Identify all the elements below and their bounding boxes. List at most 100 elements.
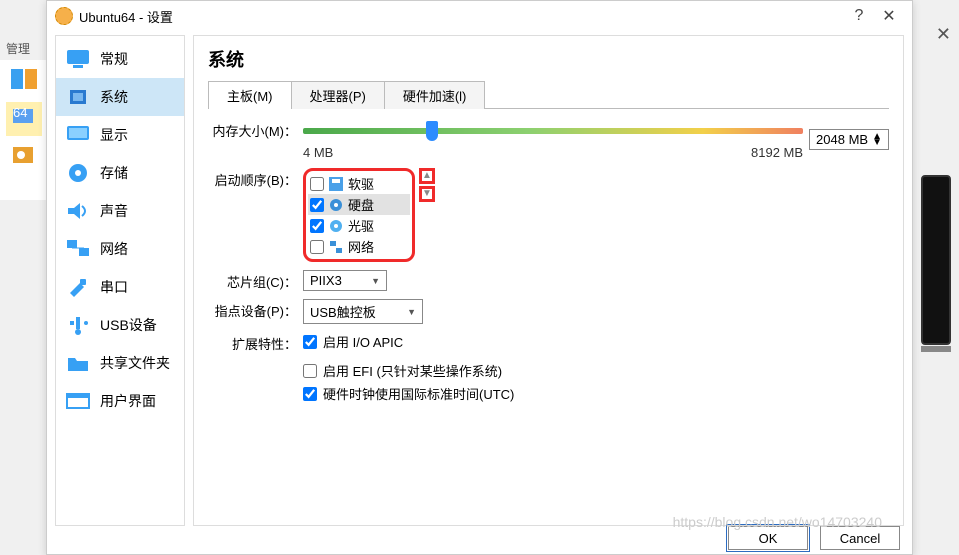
sidebar-item-network[interactable]: 网络 [56, 230, 184, 268]
slider-thumb[interactable] [426, 121, 438, 141]
bg-preview-floor [921, 346, 951, 352]
row-pointing: 指点设备(P)： USB触控板 ▼ [208, 299, 889, 324]
sidebar-item-display[interactable]: 显示 [56, 116, 184, 154]
tab-processor[interactable]: 处理器(P) [291, 81, 385, 109]
plug-icon [66, 277, 90, 297]
svg-text:64: 64 [13, 105, 27, 120]
boot-check-optical[interactable] [310, 219, 324, 233]
boot-move-down[interactable]: ▼ [419, 186, 435, 202]
chipset-label: 芯片组(C)： [208, 270, 303, 291]
sidebar-item-usb[interactable]: USB设备 [56, 306, 184, 344]
row-memory: 内存大小(M)： 4 MB 8192 MB 2048 MB [208, 119, 889, 160]
row-boot: 启动顺序(B)： 软驱 硬盘 [208, 168, 889, 262]
sidebar-item-system[interactable]: 系统 [56, 78, 184, 116]
main-panel: 系统 主板(M) 处理器(P) 硬件加速(l) 内存大小(M)： 4 MB [193, 35, 904, 526]
boot-item-label: 硬盘 [348, 195, 374, 214]
harddisk-icon [328, 198, 344, 212]
sidebar-item-label: 网络 [100, 239, 128, 259]
close-button[interactable]: ✕ [874, 6, 904, 26]
boot-check-network[interactable] [310, 240, 324, 254]
help-button[interactable]: ? [844, 7, 874, 25]
tab-motherboard[interactable]: 主板(M) [208, 81, 292, 109]
memory-min: 4 MB [303, 145, 333, 160]
sidebar-item-label: 共享文件夹 [100, 353, 170, 373]
sidebar-item-audio[interactable]: 声音 [56, 192, 184, 230]
speaker-icon [66, 201, 90, 221]
boot-check-floppy[interactable] [310, 177, 324, 191]
chipset-select[interactable]: PIIX3 ▼ [303, 270, 387, 291]
cd-icon [328, 219, 344, 233]
boot-check-hdd[interactable] [310, 198, 324, 212]
window-icon [66, 391, 90, 411]
display-icon [66, 125, 90, 145]
sidebar-item-ui[interactable]: 用户界面 [56, 382, 184, 420]
bg-app-text: 管理 [6, 40, 30, 57]
netboot-icon [328, 240, 344, 254]
chipset-value: PIIX3 [310, 273, 342, 288]
memory-label: 内存大小(M)： [208, 119, 303, 140]
gear-icon [55, 7, 73, 25]
pointing-value: USB触控板 [310, 302, 376, 321]
chevron-down-icon: ▼ [407, 307, 416, 317]
memory-max: 8192 MB [751, 145, 803, 160]
disk-icon [66, 163, 90, 183]
ok-button[interactable]: OK [728, 526, 808, 550]
sidebar-item-storage[interactable]: 存储 [56, 154, 184, 192]
window-title: Ubuntu64 - 设置 [79, 7, 173, 26]
memory-spinner[interactable]: 2048 MB ▲▼ [809, 129, 889, 150]
ext-check-ioapic[interactable] [303, 335, 317, 349]
ext-label: 扩展特性： [208, 332, 303, 353]
bg-toolbar: 64 [0, 60, 48, 200]
monitor-icon [66, 49, 90, 69]
boot-item-optical[interactable]: 光驱 [308, 215, 410, 236]
sidebar-item-label: 串口 [100, 277, 128, 297]
sidebar-item-general[interactable]: 常规 [56, 40, 184, 78]
boot-item-label: 光驱 [348, 216, 374, 235]
settings-dialog: Ubuntu64 - 设置 ? ✕ 常规 系统 显示 存储 [46, 0, 913, 555]
button-bar: OK Cancel [728, 526, 900, 550]
row-ext-efi: 启用 EFI (只针对某些操作系统) [303, 361, 889, 380]
bg-close-icon: ✕ [936, 24, 951, 45]
boot-item-label: 网络 [348, 237, 374, 256]
chip-icon [66, 87, 90, 107]
network-icon [66, 239, 90, 259]
memory-slider[interactable] [303, 119, 803, 143]
sidebar-item-label: 显示 [100, 125, 128, 145]
boot-item-hdd[interactable]: 硬盘 [308, 194, 410, 215]
ext-label-ioapic: 启用 I/O APIC [323, 332, 403, 351]
sidebar: 常规 系统 显示 存储 声音 网络 [55, 35, 185, 526]
sidebar-item-label: 声音 [100, 201, 128, 221]
chevron-down-icon: ▼ [371, 276, 380, 286]
row-ext: 扩展特性： 启用 I/O APIC [208, 332, 889, 353]
pointing-label: 指点设备(P)： [208, 299, 303, 320]
ext-label-utc: 硬件时钟使用国际标准时间(UTC) [323, 384, 514, 403]
ext-check-efi[interactable] [303, 364, 317, 378]
bg-preview-panel [921, 175, 951, 345]
ext-check-utc[interactable] [303, 387, 317, 401]
boot-item-floppy[interactable]: 软驱 [308, 173, 410, 194]
spinner-arrows[interactable]: ▲▼ [872, 134, 882, 146]
row-chipset: 芯片组(C)： PIIX3 ▼ [208, 270, 889, 291]
sidebar-item-label: 存储 [100, 163, 128, 183]
boot-item-network[interactable]: 网络 [308, 236, 410, 257]
tabs: 主板(M) 处理器(P) 硬件加速(l) [208, 80, 889, 109]
folder-icon [66, 353, 90, 373]
sidebar-item-serial[interactable]: 串口 [56, 268, 184, 306]
memory-value: 2048 MB [816, 132, 868, 147]
boot-order-list: 软驱 硬盘 光驱 [303, 168, 415, 262]
page-title: 系统 [208, 46, 889, 72]
boot-label: 启动顺序(B)： [208, 168, 303, 189]
ext-label-efi: 启用 EFI (只针对某些操作系统) [323, 361, 502, 380]
pointing-select[interactable]: USB触控板 ▼ [303, 299, 423, 324]
sidebar-item-label: 用户界面 [100, 391, 156, 411]
usb-icon [66, 315, 90, 335]
titlebar: Ubuntu64 - 设置 ? ✕ [47, 1, 912, 31]
sidebar-item-label: USB设备 [100, 315, 157, 335]
cancel-button[interactable]: Cancel [820, 526, 900, 550]
boot-move-up[interactable]: ▲ [419, 168, 435, 184]
sidebar-item-shared[interactable]: 共享文件夹 [56, 344, 184, 382]
floppy-icon [328, 177, 344, 191]
sidebar-item-label: 系统 [100, 87, 128, 107]
boot-item-label: 软驱 [348, 174, 374, 193]
tab-acceleration[interactable]: 硬件加速(l) [384, 81, 486, 109]
